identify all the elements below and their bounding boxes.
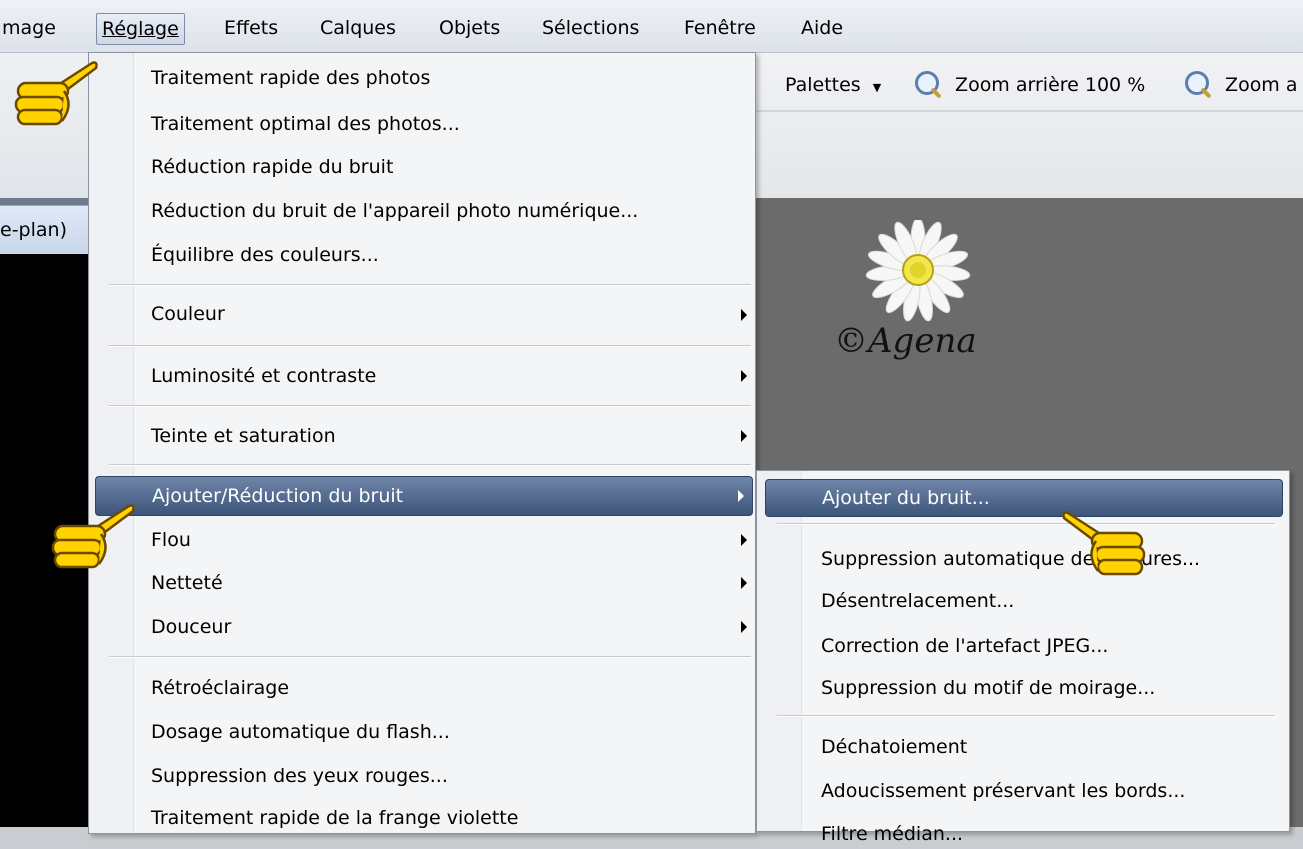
zoom-in-label: Zoom a: [1225, 74, 1298, 96]
submenu-arrow-icon: [741, 370, 747, 382]
submenu-item-motif-moirage[interactable]: Suppression du motif de moirage...: [821, 673, 1155, 703]
submenu-arrow-icon: [741, 577, 747, 589]
submenu-separator: [777, 715, 1275, 717]
menu-item-teinte-saturation[interactable]: Teinte et saturation: [151, 421, 336, 451]
menu-item-equilibre-couleurs[interactable]: Équilibre des couleurs...: [151, 240, 379, 270]
menu-separator: [109, 345, 751, 347]
submenu-item-adoucissement[interactable]: Adoucissement préservant les bords...: [821, 776, 1185, 806]
menu-item-couleur-label: Couleur: [151, 303, 225, 325]
zoom-in-icon: [1185, 71, 1209, 95]
menu-reglage-label: Réglage: [102, 18, 179, 40]
bruit-submenu: Ajouter du bruit... Suppression automati…: [756, 470, 1290, 845]
submenu-arrow-icon: [741, 430, 747, 442]
submenu-arrow-icon: [738, 490, 744, 502]
menu-fenetre[interactable]: Fenêtre: [684, 14, 756, 42]
menu-separator: [109, 284, 751, 286]
submenu-item-artefact-jpeg[interactable]: Correction de l'artefact JPEG...: [821, 631, 1108, 661]
zoom-out-button[interactable]: Zoom arrière 100 %: [915, 70, 1145, 100]
menu-effets[interactable]: Effets: [224, 14, 278, 42]
submenu-arrow-icon: [741, 534, 747, 546]
pointing-hand-icon: [1062, 511, 1146, 576]
zoom-out-label: Zoom arrière 100 %: [955, 74, 1146, 96]
menu-objets[interactable]: Objets: [439, 14, 500, 42]
pointing-hand-icon: [14, 61, 98, 126]
zoom-in-button[interactable]: Zoom a: [1185, 70, 1298, 100]
workspace-frame: [0, 198, 96, 205]
submenu-item-desentrelacement[interactable]: Désentrelacement...: [821, 586, 1014, 616]
menu-item-couleur[interactable]: Couleur: [151, 299, 225, 329]
submenu-item-filtre-median[interactable]: Filtre médian...: [821, 819, 963, 849]
daisy-icon: [865, 220, 971, 322]
submenu-item-dechatoiement[interactable]: Déchatoiement: [821, 732, 967, 762]
menu-item-flou[interactable]: Flou: [151, 525, 191, 555]
menu-separator: [109, 656, 751, 658]
menu-item-ajouter-reduction-bruit-label: Ajouter/Réduction du bruit: [152, 485, 404, 507]
menu-separator: [109, 464, 751, 466]
submenu-item-ajouter-bruit-label: Ajouter du bruit...: [822, 487, 990, 509]
menu-gutter: [89, 53, 134, 833]
menu-aide[interactable]: Aide: [801, 14, 843, 42]
pointing-hand-icon: [51, 504, 135, 569]
dropdown-arrow-icon: ▼: [872, 81, 882, 94]
zoom-out-icon: [915, 71, 939, 95]
menu-item-dosage-flash[interactable]: Dosage automatique du flash...: [151, 717, 450, 747]
toolbar-separator: [755, 110, 1303, 112]
watermark-text: ©Agena: [834, 321, 977, 361]
menu-item-retroeclairage[interactable]: Rétroéclairage: [151, 673, 289, 703]
menu-item-frange-violette[interactable]: Traitement rapide de la frange violette: [151, 803, 518, 833]
reglage-dropdown: Traitement rapide des photos Traitement …: [88, 52, 756, 834]
palettes-button[interactable]: Palettes ▼: [785, 70, 881, 100]
document-tab[interactable]: e-plan): [0, 205, 97, 255]
submenu-item-ajouter-bruit[interactable]: Ajouter du bruit...: [765, 479, 1283, 517]
menu-item-ajouter-reduction-bruit[interactable]: Ajouter/Réduction du bruit: [95, 476, 753, 516]
flower-watermark: ©Agena: [834, 220, 977, 361]
submenu-gutter: [757, 471, 802, 831]
palettes-label: Palettes: [785, 74, 861, 96]
menu-item-luminosite[interactable]: Luminosité et contraste: [151, 361, 376, 391]
menu-selections[interactable]: Sélections: [542, 14, 639, 42]
menu-item-traitement-rapide[interactable]: Traitement rapide des photos: [151, 63, 430, 93]
submenu-arrow-icon: [741, 621, 747, 633]
submenu-arrow-icon: [741, 309, 747, 321]
menu-item-nettete[interactable]: Netteté: [151, 568, 223, 598]
menu-item-douceur[interactable]: Douceur: [151, 612, 231, 642]
menu-image[interactable]: mage: [2, 14, 56, 42]
menu-reglage[interactable]: Réglage: [96, 13, 185, 45]
menu-item-traitement-optimal[interactable]: Traitement optimal des photos...: [151, 109, 460, 139]
menu-calques[interactable]: Calques: [320, 14, 396, 42]
menu-item-reduction-rapide-bruit[interactable]: Réduction rapide du bruit: [151, 152, 393, 182]
menu-item-reduction-bruit-appareil[interactable]: Réduction du bruit de l'appareil photo n…: [151, 196, 638, 226]
menu-bar: mage Réglage Effets Calques Objets Sélec…: [0, 0, 1303, 53]
menu-separator: [109, 405, 751, 407]
document-tab-label: e-plan): [0, 219, 67, 241]
menu-item-yeux-rouges[interactable]: Suppression des yeux rouges...: [151, 761, 448, 791]
submenu-separator: [777, 523, 1275, 525]
